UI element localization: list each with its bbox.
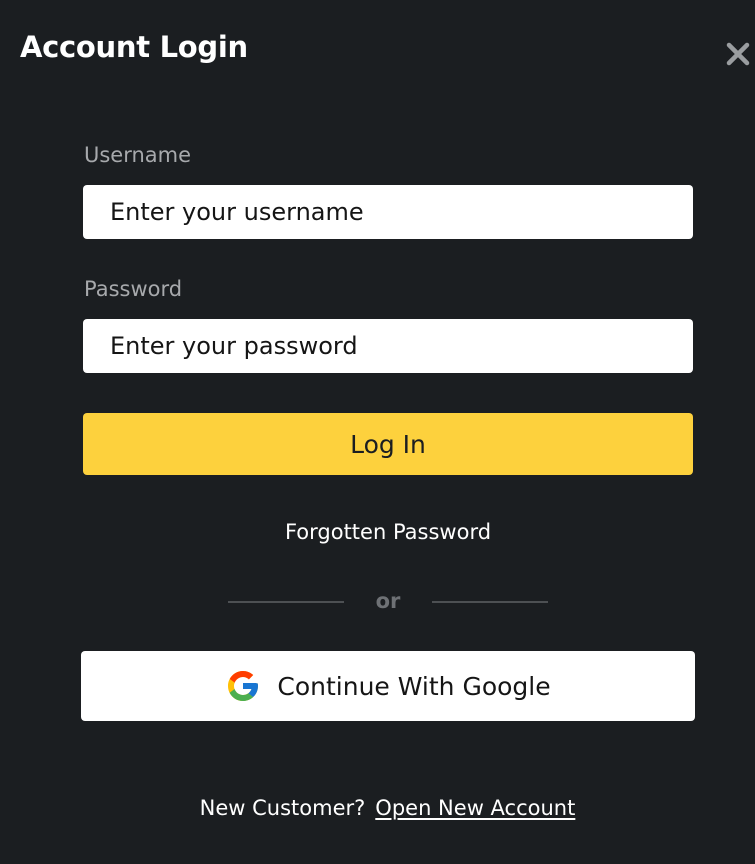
new-customer-prompt: New Customer? <box>199 796 366 820</box>
dialog-title: Account Login <box>20 30 248 64</box>
divider-line-left <box>228 601 344 603</box>
google-button-label: Continue With Google <box>277 671 551 701</box>
password-label: Password <box>84 277 183 301</box>
open-new-account-link[interactable]: Open New Account <box>375 796 575 820</box>
forgot-password-link[interactable]: Forgotten Password <box>83 520 693 544</box>
divider-line-right <box>432 601 548 603</box>
divider-text: or <box>375 589 401 613</box>
login-button[interactable]: Log In <box>83 413 693 475</box>
username-label: Username <box>84 143 192 167</box>
footer: New Customer? Open New Account <box>0 796 755 820</box>
google-icon <box>228 671 259 701</box>
username-input[interactable] <box>83 185 693 239</box>
close-icon <box>726 42 750 66</box>
close-button[interactable] <box>724 40 752 68</box>
password-input[interactable] <box>83 319 693 373</box>
continue-with-google-button[interactable]: Continue With Google <box>81 651 695 721</box>
